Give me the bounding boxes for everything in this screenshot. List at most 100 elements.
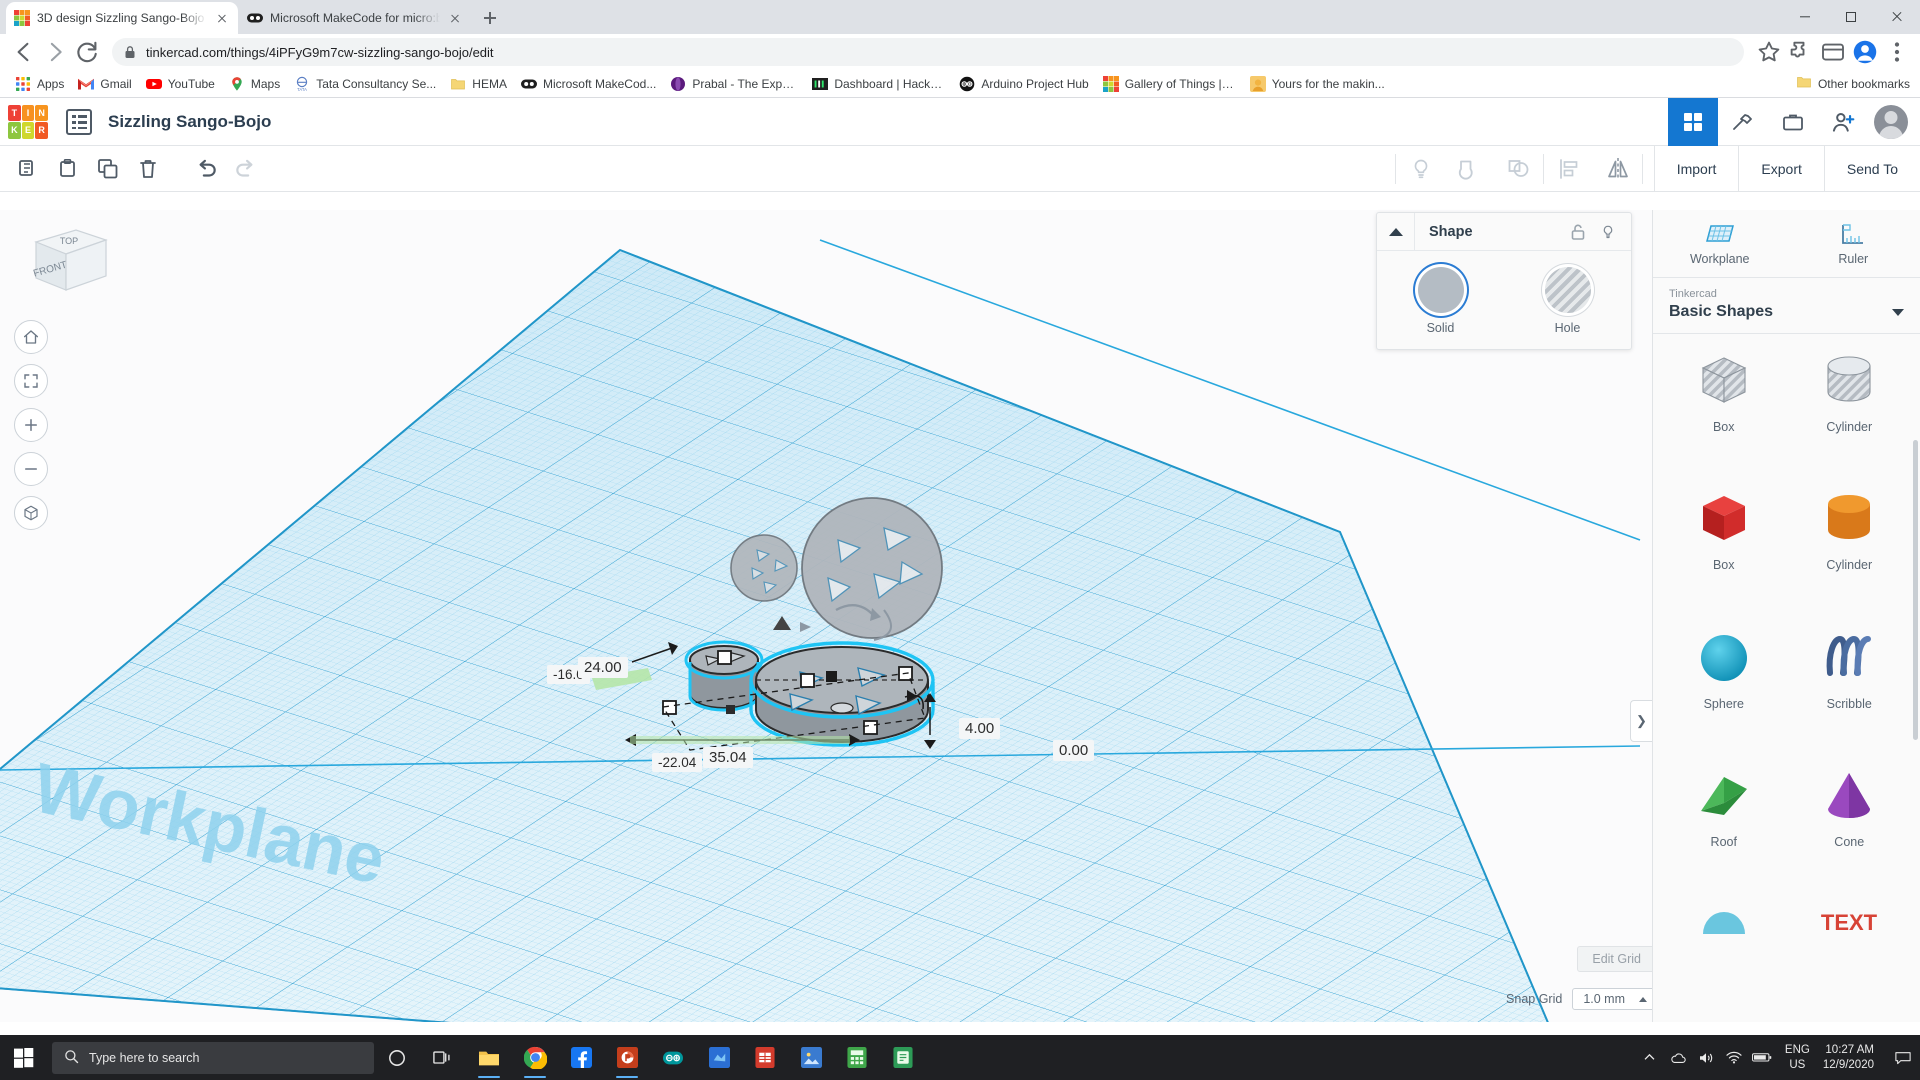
dim-z-offset[interactable]: 0.00 (1053, 740, 1095, 761)
copy-button[interactable] (8, 149, 48, 189)
star-icon[interactable] (1754, 37, 1784, 67)
shape-item-box-striped[interactable]: Box (1665, 350, 1783, 466)
hole-option[interactable]: Hole (1504, 267, 1631, 335)
triangle-up-icon[interactable] (1377, 212, 1415, 251)
shape-item-cylinder[interactable]: Cylinder (1791, 488, 1909, 604)
lock-icon[interactable] (1563, 213, 1593, 251)
edit-grid-button[interactable]: Edit Grid (1577, 946, 1656, 972)
bookmark-gallery-of-things[interactable]: Gallery of Things | T... (1097, 73, 1242, 95)
chevron-up-icon[interactable] (1636, 1035, 1664, 1080)
snap-grid-select[interactable]: 1.0 mm (1572, 988, 1656, 1010)
search-input[interactable]: Type here to search (52, 1041, 374, 1074)
bookmark-maps[interactable]: Maps (223, 73, 286, 95)
forward-arrow-icon[interactable] (40, 37, 70, 67)
kebab-menu-icon[interactable] (1882, 37, 1912, 67)
action-center-icon[interactable] (1886, 1035, 1920, 1080)
arduino-button[interactable] (650, 1035, 696, 1080)
align-button[interactable] (1544, 146, 1593, 192)
home-view-icon[interactable] (14, 320, 48, 354)
sheets-button[interactable] (742, 1035, 788, 1080)
other-bookmarks[interactable]: Other bookmarks (1796, 74, 1910, 93)
close-icon[interactable] (447, 10, 463, 26)
redo-button[interactable] (226, 149, 266, 189)
import-button[interactable]: Import (1653, 146, 1739, 192)
paste-button[interactable] (48, 149, 88, 189)
task-view-button[interactable] (420, 1035, 466, 1080)
bookmark-hema[interactable]: HEMA (444, 73, 513, 95)
gallery-grid-button[interactable] (1668, 98, 1718, 146)
shape-item-box[interactable]: Box (1665, 488, 1783, 604)
shape-library-select[interactable]: Tinkercad Basic Shapes (1653, 278, 1920, 334)
account-avatar-icon[interactable] (1850, 37, 1880, 67)
solid-option[interactable]: Solid (1377, 267, 1504, 335)
bookmark-prabal[interactable]: Prabal - The Experi... (664, 73, 804, 95)
shape-item-cone[interactable]: Cone (1791, 765, 1909, 881)
profile-badge-icon[interactable] (1818, 37, 1848, 67)
dim-width[interactable]: 35.04 (703, 747, 753, 768)
add-person-button[interactable] (1818, 98, 1868, 146)
shape-item-roof[interactable]: Roof (1665, 765, 1783, 881)
new-tab-button[interactable] (476, 4, 504, 32)
language-indicator[interactable]: ENG US (1776, 1043, 1819, 1072)
shape-item-text[interactable]: TEXT (1791, 904, 1909, 998)
dim-y-offset[interactable]: -22.04 (652, 753, 703, 772)
workplane-button[interactable]: Workplane (1653, 210, 1787, 277)
duplicate-button[interactable] (88, 149, 128, 189)
paint3d-button[interactable] (696, 1035, 742, 1080)
rail-scrollbar[interactable] (1913, 440, 1918, 740)
3d-viewport[interactable]: Workplane TOP FRONT -16.0 24.00 -22.04 3… (0, 210, 1920, 1022)
dim-height[interactable]: 4.00 (959, 718, 1001, 739)
fit-view-icon[interactable] (14, 364, 48, 398)
file-explorer-button[interactable] (466, 1035, 512, 1080)
learn-hammer-button[interactable] (1718, 98, 1768, 146)
view-cube[interactable]: TOP FRONT (24, 220, 114, 298)
bookmark-youtube[interactable]: YouTube (140, 73, 221, 95)
volume-icon[interactable] (1692, 1035, 1720, 1080)
bookmark-hackster[interactable]: Dashboard | Hacker... (806, 73, 951, 95)
zoom-in-icon[interactable] (14, 408, 48, 442)
close-icon[interactable] (214, 10, 230, 26)
calculator-button[interactable] (834, 1035, 880, 1080)
undo-button[interactable] (186, 149, 226, 189)
chevron-right-icon[interactable]: ❯ (1630, 700, 1652, 742)
lightbulb-icon[interactable] (1593, 213, 1623, 251)
zoom-out-icon[interactable] (14, 452, 48, 486)
delete-button[interactable] (128, 149, 168, 189)
clock[interactable]: 10:27 AM 12/9/2020 (1819, 1043, 1886, 1072)
chrome-button[interactable] (512, 1035, 558, 1080)
ungroup-shapes-button[interactable] (1494, 146, 1543, 192)
powerpoint-button[interactable] (604, 1035, 650, 1080)
close-window-button[interactable] (1874, 0, 1920, 34)
windows-start-icon[interactable] (0, 1035, 48, 1080)
bookmark-apps[interactable]: Apps (9, 73, 70, 95)
tinkercad-logo[interactable]: T I N K E R (8, 104, 48, 139)
shape-item-scribble[interactable]: Scribble (1791, 627, 1909, 743)
chevron-down-icon[interactable] (1892, 308, 1904, 316)
maximize-button[interactable] (1828, 0, 1874, 34)
send-to-button[interactable]: Send To (1823, 146, 1920, 192)
mirror-button[interactable] (1593, 146, 1642, 192)
bookmark-arduino[interactable]: Arduino Project Hub (953, 73, 1094, 95)
ruler-button[interactable]: Ruler (1787, 210, 1920, 277)
classrooms-briefcase-button[interactable] (1768, 98, 1818, 146)
photos-button[interactable] (788, 1035, 834, 1080)
browser-tab[interactable]: 3D design Sizzling Sango-Bojo | T (6, 2, 238, 34)
address-bar[interactable]: tinkercad.com/things/4iPFyG9m7cw-sizzlin… (112, 38, 1744, 66)
battery-icon[interactable] (1748, 1035, 1776, 1080)
avatar[interactable] (1874, 105, 1908, 139)
reload-icon[interactable] (72, 37, 102, 67)
bookmark-gmail[interactable]: Gmail (72, 73, 137, 95)
group-shapes-button[interactable] (1445, 146, 1494, 192)
notes-button[interactable] (880, 1035, 926, 1080)
export-button[interactable]: Export (1738, 146, 1823, 192)
back-arrow-icon[interactable] (8, 37, 38, 67)
onedrive-icon[interactable] (1664, 1035, 1692, 1080)
extensions-icon[interactable] (1786, 37, 1816, 67)
facebook-button[interactable] (558, 1035, 604, 1080)
bookmark-makecode[interactable]: Microsoft MakeCod... (515, 73, 662, 95)
bookmark-yours-for-the-making[interactable]: Yours for the makin... (1244, 73, 1391, 95)
browser-tab[interactable]: Microsoft MakeCode for micro:bi (239, 2, 471, 34)
minimize-button[interactable] (1782, 0, 1828, 34)
shape-item-partial[interactable] (1665, 904, 1783, 998)
cortana-button[interactable] (374, 1035, 420, 1080)
